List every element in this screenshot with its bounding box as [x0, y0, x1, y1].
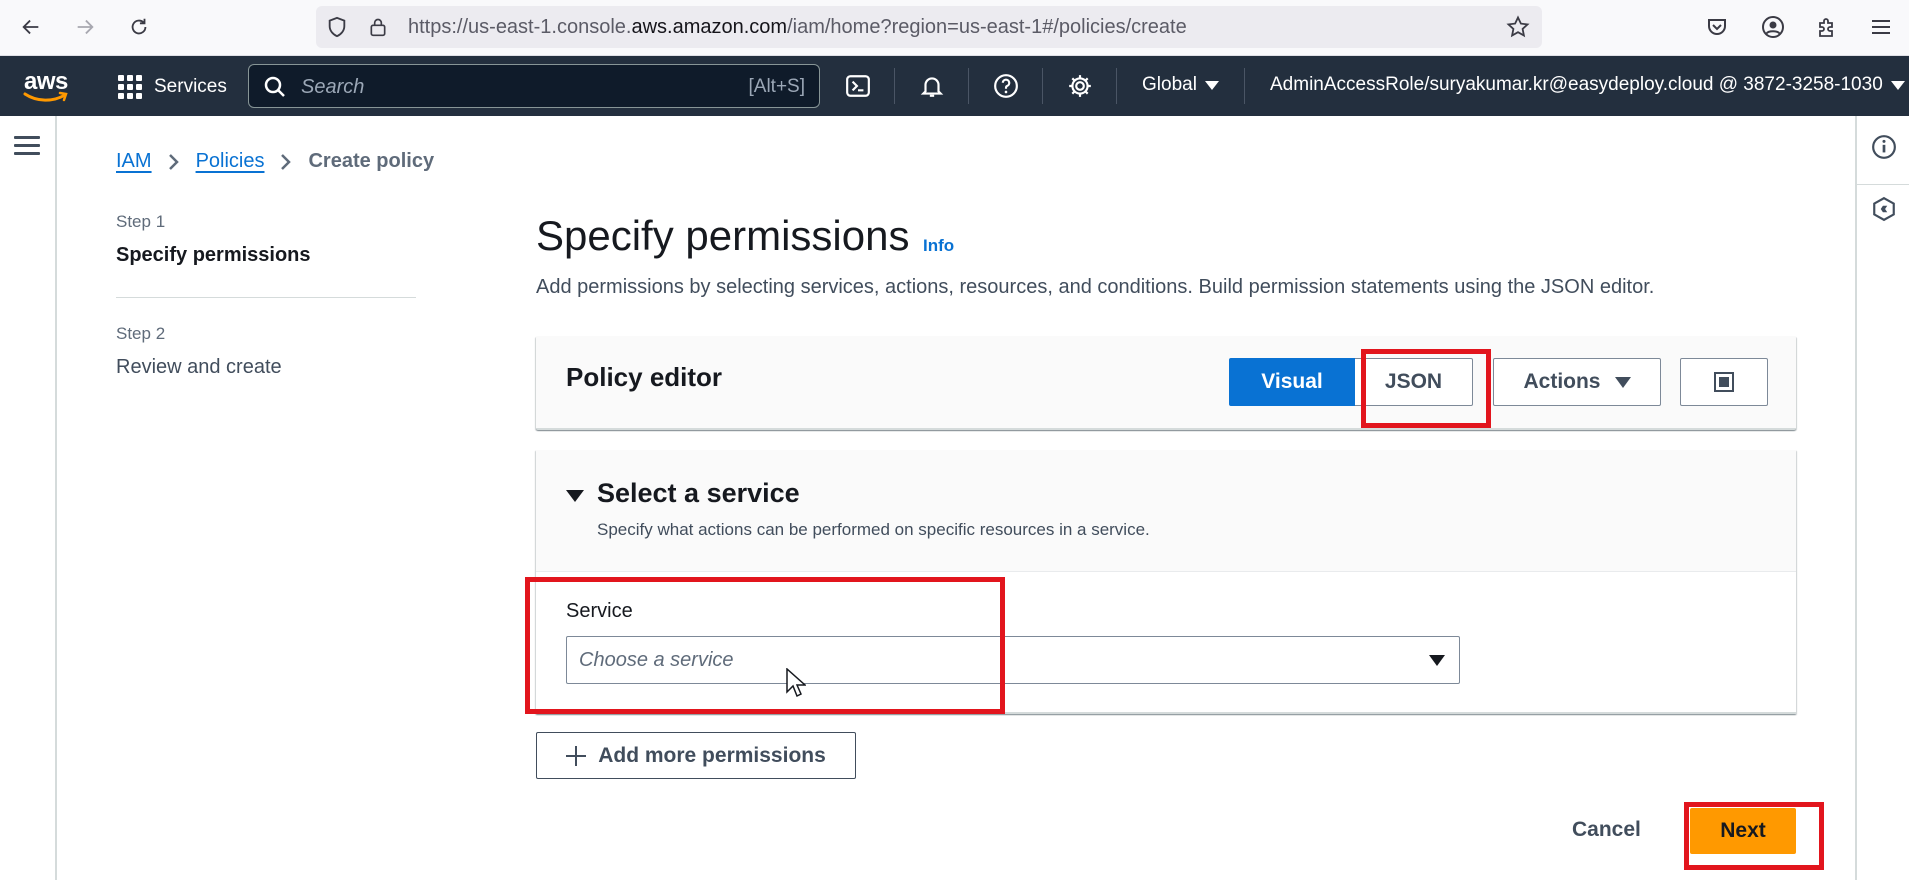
account-button[interactable] — [1758, 12, 1788, 42]
right-tools-rail — [1855, 116, 1909, 880]
add-more-permissions-button[interactable]: Add more permissions — [536, 732, 856, 779]
back-arrow-icon — [22, 19, 39, 35]
step-2-title: Review and create — [116, 356, 282, 378]
aws-logo[interactable]: aws — [20, 68, 72, 106]
notifications-button[interactable] — [916, 70, 948, 102]
json-highlight-box — [1361, 349, 1491, 428]
add-more-permissions-label: Add more permissions — [598, 743, 826, 767]
caret-down-icon — [1204, 80, 1219, 90]
chevron-right-icon — [281, 153, 292, 170]
select-service-title: Select a service — [597, 478, 800, 508]
extensions-button[interactable] — [1812, 12, 1842, 42]
info-circle-icon — [1872, 135, 1896, 159]
url-text: https://us-east-1.console.aws.amazon.com… — [408, 16, 1187, 38]
lock-icon — [370, 18, 386, 37]
cloudshell-icon — [846, 75, 870, 97]
caret-down-icon — [1614, 376, 1631, 388]
settings-button[interactable] — [1064, 70, 1096, 102]
aws-smile-icon — [23, 91, 68, 102]
fullscreen-icon — [1714, 372, 1734, 392]
policy-editor-title: Policy editor — [566, 362, 723, 392]
services-label: Services — [154, 76, 227, 97]
actions-dropdown-button[interactable]: Actions — [1493, 358, 1661, 406]
fullscreen-button[interactable] — [1680, 358, 1768, 406]
bookmark-star-icon[interactable] — [1506, 15, 1530, 39]
caret-down-icon — [1429, 655, 1445, 666]
actions-label: Actions — [1523, 370, 1601, 393]
back-button[interactable] — [14, 10, 48, 44]
hexagon-icon — [1873, 196, 1895, 222]
aws-top-nav: aws Services Search [Alt+S] Global Admin… — [0, 56, 1909, 116]
page-title: Specify permissions — [536, 212, 910, 259]
breadcrumb-current: Create policy — [308, 150, 435, 172]
bell-icon — [920, 77, 944, 97]
resources-panel-button[interactable] — [1871, 196, 1897, 222]
breadcrumb-policies-link[interactable]: Policies — [196, 150, 265, 173]
caret-down-icon — [1890, 80, 1905, 90]
select-service-header[interactable]: Select a service Specify what actions ca… — [536, 450, 1796, 572]
forward-arrow-icon — [77, 19, 94, 35]
policy-editor-panel: Policy editor Visual JSON Actions — [536, 336, 1796, 430]
menu-button[interactable] — [1866, 12, 1896, 42]
search-input[interactable]: Search [Alt+S] — [248, 64, 820, 108]
left-navigation-rail — [0, 116, 57, 880]
hamburger-icon — [1872, 20, 1890, 34]
user-circle-icon — [1762, 16, 1784, 38]
cancel-button[interactable]: Cancel — [1572, 818, 1641, 842]
pocket-button[interactable] — [1702, 12, 1732, 42]
region-selector[interactable]: Global — [1142, 74, 1219, 96]
expand-caret-icon[interactable] — [566, 490, 584, 502]
address-bar[interactable]: https://us-east-1.console.aws.amazon.com… — [316, 6, 1542, 48]
pocket-icon — [1708, 19, 1726, 35]
cloudshell-button[interactable] — [842, 70, 874, 102]
forward-button[interactable] — [68, 10, 102, 44]
gear-icon — [1069, 75, 1091, 97]
help-icon — [994, 74, 1018, 98]
search-placeholder: Search — [301, 76, 365, 98]
account-menu[interactable]: AdminAccessRole/suryakumar.kr@easydeploy… — [1270, 74, 1905, 96]
puzzle-icon — [1819, 18, 1833, 37]
reload-icon — [131, 18, 147, 35]
account-label: AdminAccessRole/suryakumar.kr@easydeploy… — [1270, 74, 1883, 95]
services-menu-button[interactable]: Services — [118, 72, 227, 102]
step-divider — [116, 297, 416, 298]
hamburger-icon[interactable] — [14, 136, 40, 156]
page-description: Add permissions by selecting services, a… — [536, 276, 1655, 298]
grid-icon — [118, 75, 142, 99]
region-label: Global — [1142, 74, 1197, 95]
service-highlight-box — [525, 577, 1005, 714]
plus-icon — [566, 745, 587, 766]
chevron-right-icon — [168, 153, 179, 170]
info-link[interactable]: Info — [923, 236, 954, 256]
search-shortcut: [Alt+S] — [748, 76, 806, 97]
browser-toolbar: https://us-east-1.console.aws.amazon.com… — [0, 0, 1909, 56]
step-2-label: Step 2 — [116, 324, 166, 343]
info-panel-button[interactable] — [1871, 134, 1897, 160]
step-1-label: Step 1 — [116, 212, 166, 231]
next-highlight-box — [1684, 802, 1824, 870]
reload-button[interactable] — [122, 10, 156, 44]
visual-tab-button[interactable]: Visual — [1229, 358, 1355, 406]
step-1-title[interactable]: Specify permissions — [116, 244, 311, 267]
search-icon — [264, 76, 285, 97]
breadcrumb-iam-link[interactable]: IAM — [116, 150, 152, 173]
help-button[interactable] — [990, 70, 1022, 102]
breadcrumb: IAM Policies Create policy — [116, 150, 434, 173]
shield-icon — [328, 16, 346, 38]
select-service-description: Specify what actions can be performed on… — [597, 520, 1150, 539]
